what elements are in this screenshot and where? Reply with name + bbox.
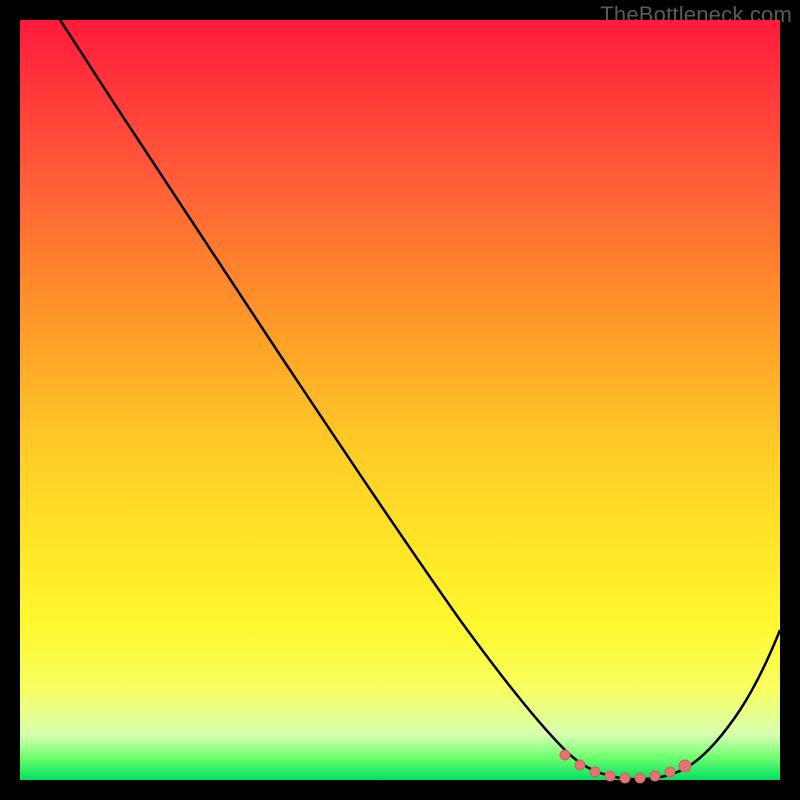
marker-dot: [650, 771, 660, 781]
marker-dot: [575, 760, 585, 770]
curve-layer: [20, 20, 780, 780]
chart-container: TheBottleneck.com: [0, 0, 800, 800]
marker-dot: [590, 767, 600, 777]
marker-dot: [665, 767, 675, 777]
bottleneck-curve-path: [60, 20, 780, 779]
marker-dot: [605, 771, 615, 781]
marker-dot: [620, 773, 630, 783]
plot-area: [20, 20, 780, 780]
marker-dot: [635, 773, 645, 783]
marker-dot: [679, 760, 691, 772]
optimal-range-markers: [560, 750, 691, 783]
marker-dot: [560, 750, 570, 760]
